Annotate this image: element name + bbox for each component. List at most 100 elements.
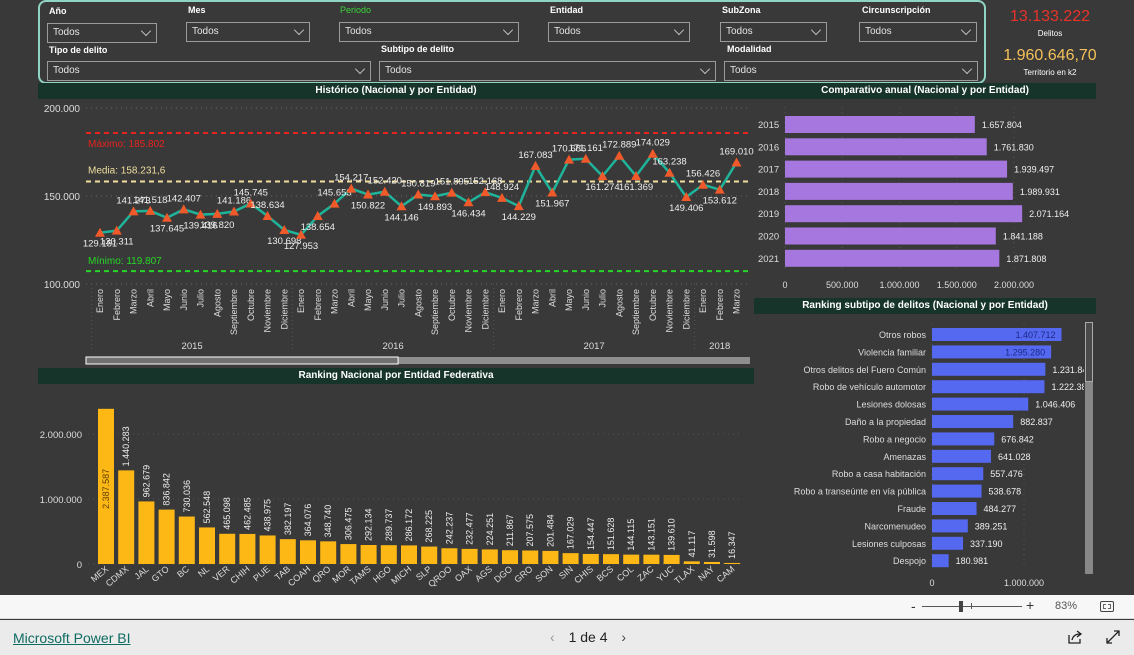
data-label: 127.953 — [284, 241, 318, 252]
bar — [562, 553, 579, 564]
subtipo-scrollbar[interactable] — [1085, 322, 1093, 574]
filter-modalidad-dropdown[interactable]: Todos — [724, 61, 978, 81]
x-tick-label: 1.000.000 — [1004, 578, 1044, 588]
x-category-label: DGO — [492, 564, 514, 585]
filter-subtipo-delito-dropdown[interactable]: Todos — [379, 61, 716, 81]
h-scrollbar-thumb[interactable] — [85, 356, 399, 365]
bar — [932, 536, 964, 550]
ranking-entidad-chart[interactable]: 01.000.0002.000.0002.387.587MEX1.440.283… — [38, 384, 754, 592]
zoom-bar: - + 83% — [0, 595, 1134, 619]
data-label: 557.476 — [990, 469, 1023, 479]
x-month-label: Enero — [497, 289, 507, 313]
data-label: 172.889 — [602, 140, 636, 151]
data-label: 41.117 — [687, 530, 697, 557]
kpi-territorio-label: Territorio en k2 — [1023, 68, 1077, 77]
data-label: 1.295.280 — [1005, 347, 1045, 357]
zoom-slider-track[interactable] — [922, 606, 1022, 607]
x-month-label: Agosto — [212, 289, 222, 317]
filter-tipo-delito-dropdown[interactable]: Todos — [47, 61, 371, 81]
bar — [360, 545, 377, 564]
filter-label-modalidad: Modalidad — [727, 44, 772, 54]
subtipo-ranking-chart[interactable]: 0 1.000.000 Otros robos 1.407.712 Violencia … — [754, 314, 1084, 592]
data-label: 171.161 — [569, 143, 603, 154]
kpi-delitos-value: 13.133.222 — [1009, 8, 1091, 25]
x-category-label: SON — [533, 564, 554, 584]
filter-periodo-dropdown[interactable]: Todos — [339, 22, 519, 42]
fit-to-page-icon[interactable] — [1100, 601, 1114, 612]
chevron-down-icon — [810, 24, 822, 36]
data-label: 2.071.164 — [1029, 209, 1069, 219]
data-label: 1.989.931 — [1020, 187, 1060, 197]
bar — [340, 544, 357, 564]
historico-line-chart[interactable]: 100.000 150.000 200.000 Máximo: 185.802 Medi… — [38, 99, 754, 367]
fit-inner — [1103, 604, 1111, 609]
data-label: 1.046.406 — [1035, 400, 1075, 410]
bar — [785, 160, 1008, 178]
filter-label-circunscripcion: Circunscripción — [862, 5, 931, 15]
x-category-label: CHIH — [228, 564, 251, 586]
x-month-label: Septiembre — [229, 289, 239, 335]
power-bi-link[interactable]: Microsoft Power BI — [13, 630, 130, 646]
data-label: 1.231.844 — [1052, 365, 1084, 375]
data-label: 154.447 — [586, 517, 596, 550]
data-point-marker — [731, 157, 742, 167]
zoom-in-button[interactable]: + — [1026, 597, 1034, 613]
category-label: 2018 — [758, 187, 779, 198]
data-label: 1.939.497 — [1014, 165, 1054, 175]
dropdown-value: Todos — [554, 26, 581, 37]
data-label: 1.657.804 — [982, 120, 1022, 130]
data-label: 154.217 — [334, 173, 368, 184]
filter-anio-dropdown[interactable]: Todos — [47, 23, 157, 43]
filter-entidad-dropdown[interactable]: Todos — [548, 22, 690, 42]
data-label: 130.311 — [100, 237, 134, 248]
subtipo-title: Ranking subtipo de delitos (Nacional y p… — [754, 298, 1096, 314]
fullscreen-icon[interactable] — [1105, 629, 1121, 645]
data-label: 137.645 — [150, 224, 184, 235]
filter-subzona-dropdown[interactable]: Todos — [720, 22, 827, 42]
prev-page-button[interactable]: ‹ — [540, 629, 565, 645]
x-month-label: Marzo — [531, 289, 541, 314]
filter-circunscripcion-dropdown[interactable]: Todos — [859, 22, 977, 42]
x-category-label: PUE — [251, 564, 272, 584]
x-tick-label: 1.000.000 — [879, 280, 919, 290]
share-icon[interactable] — [1067, 629, 1083, 645]
data-label: 153.612 — [703, 196, 737, 207]
x-tick-label: 1.500.000 — [937, 280, 977, 290]
x-month-label: Junio — [581, 289, 591, 311]
data-label: 1.841.188 — [1003, 232, 1043, 242]
bar — [663, 554, 680, 564]
x-month-label: Mayo — [363, 289, 373, 311]
next-page-button[interactable]: › — [611, 629, 636, 645]
filter-label-anio: Año — [49, 6, 67, 16]
filter-mes-dropdown[interactable]: Todos — [186, 22, 310, 42]
zoom-slider-thumb[interactable] — [959, 601, 963, 612]
data-label: 151.628 — [606, 518, 616, 551]
category-label: 2016 — [758, 142, 779, 153]
bar — [441, 548, 458, 564]
data-label: 180.981 — [956, 556, 989, 566]
data-label: 438.975 — [263, 499, 273, 532]
x-month-label: Octubre — [447, 289, 457, 321]
x-category-label: QROO — [426, 564, 454, 589]
x-month-label: Junio — [179, 289, 189, 311]
x-month-label: Marzo — [330, 289, 340, 314]
x-category-label: MICH — [389, 564, 413, 586]
bar — [785, 182, 1013, 200]
x-month-label: Octubre — [648, 289, 658, 321]
data-label: 337.190 — [970, 539, 1003, 549]
bar — [623, 554, 640, 564]
bar — [683, 561, 700, 564]
bar — [643, 554, 660, 564]
bar — [300, 540, 316, 564]
x-month-label: Enero — [296, 289, 306, 313]
x-category-label: VER — [211, 564, 232, 584]
x-month-label: Febrero — [715, 289, 725, 321]
bar — [380, 545, 397, 564]
data-label: 286.172 — [404, 509, 414, 542]
scrollbar-thumb[interactable] — [1085, 322, 1093, 382]
comparativo-anual-chart[interactable]: 0 500.000 1.000.000 1.500.000 2.000.000 2015 1… — [754, 99, 1096, 294]
data-label: 144.115 — [626, 519, 636, 551]
data-label: 1.407.712 — [1015, 330, 1055, 340]
x-month-label: Abril — [145, 289, 155, 307]
zoom-out-button[interactable]: - — [911, 598, 916, 614]
